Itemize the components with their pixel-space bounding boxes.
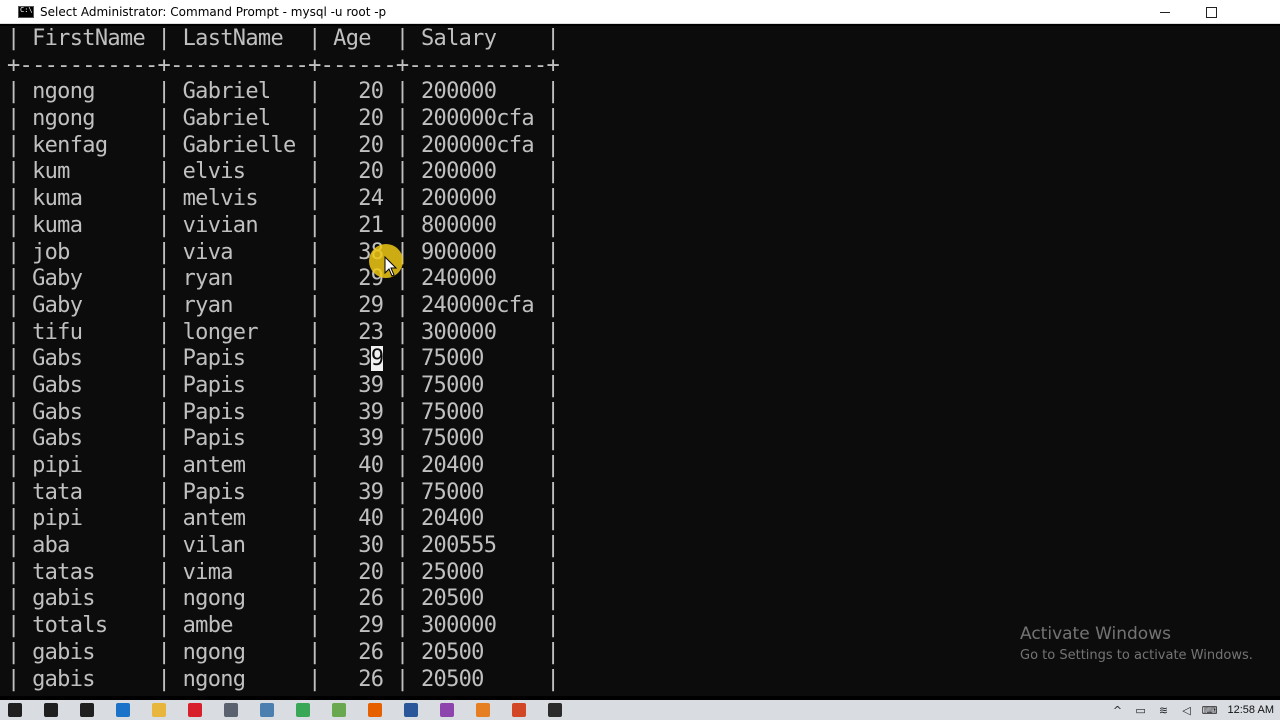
window-title: Select Administrator: Command Prompt - m…: [40, 4, 387, 19]
taskbar-clock[interactable]: 12:58 AM: [1220, 704, 1280, 716]
table-row: | aba | vilan | 30 | 200555 |: [7, 533, 560, 559]
maximize-button[interactable]: [1188, 0, 1234, 24]
cmd-icon[interactable]: [542, 700, 568, 720]
console-output[interactable]: | FirstName | LastName | Age | Salary | +…: [0, 26, 1280, 696]
table-row: | Gaby | ryan | 29 | 240000cfa |: [7, 292, 560, 318]
table-row: | gabis | ngong | 26 | 20500 |: [7, 666, 560, 692]
table-row: | Gaby | ryan | 29 | 240000 |: [7, 266, 560, 292]
table-row: | pipi | antem | 40 | 20400 |: [7, 453, 560, 478]
word-icon[interactable]: [398, 700, 424, 720]
chrome-icon[interactable]: [290, 700, 316, 720]
keyboard-icon[interactable]: ⌨: [1200, 700, 1220, 720]
opera-icon[interactable]: [182, 700, 208, 720]
table-row: | kum | elvis | 20 | 200000 |: [7, 159, 560, 185]
table-row: | gabis | ngong | 26 | 20500 |: [7, 639, 560, 665]
chevron-up-icon[interactable]: ^: [1108, 700, 1128, 720]
window-titlebar[interactable]: Select Administrator: Command Prompt - m…: [0, 0, 1280, 24]
notepad-icon[interactable]: [326, 700, 352, 720]
table-row: | Gabs | Papis | 39 | 75000 |: [7, 346, 560, 372]
cmd-app-icon: [18, 5, 34, 18]
taskbar-apps: [0, 700, 578, 720]
app-window-2-icon[interactable]: [254, 700, 280, 720]
firefox-icon[interactable]: [362, 700, 388, 720]
system-tray: ^ ▭ ≋ ◁ ⌨ 12:58 AM: [1105, 700, 1280, 720]
table-separator-row: +-----------+-----------+------+--------…: [7, 52, 560, 78]
app-window-icon[interactable]: [218, 700, 244, 720]
edge-icon[interactable]: [110, 700, 136, 720]
powerpoint-icon[interactable]: [506, 700, 532, 720]
table-header-row: | FirstName | LastName | Age | Salary |: [7, 26, 560, 51]
table-row: | gabis | ngong | 26 | 20500 |: [7, 586, 560, 612]
table-row: | kuma | melvis | 24 | 200000 |: [7, 186, 560, 212]
table-row: | Gabs | Papis | 39 | 75000 |: [7, 399, 560, 425]
battery-icon[interactable]: ▭: [1131, 700, 1151, 720]
table-row: | tatas | vima | 20 | 25000 |: [7, 559, 560, 585]
table-row: | tifu | longer | 23 | 300000 |: [7, 319, 560, 345]
mysql-result-table: | FirstName | LastName | Age | Salary | +…: [7, 26, 560, 693]
task-view-icon[interactable]: [74, 700, 100, 720]
table-row: | ngong | Gabriel | 20 | 200000cfa |: [7, 106, 560, 132]
table-row: | ngong | Gabriel | 20 | 200000 |: [7, 79, 560, 105]
table-row: | kenfag | Gabrielle | 20 | 200000cfa |: [7, 132, 560, 158]
watermark-title: Activate Windows: [1020, 624, 1171, 644]
table-row: | tata | Papis | 39 | 75000 |: [7, 479, 560, 505]
table-row: | kuma | vivian | 21 | 800000 |: [7, 212, 560, 238]
table-row: | pipi | antem | 40 | 20400 |: [7, 506, 560, 532]
volume-icon[interactable]: ◁: [1177, 700, 1197, 720]
table-row: | Gabs | Papis | 39 | 75000 |: [7, 372, 560, 398]
close-button[interactable]: [1234, 0, 1280, 24]
media-icon[interactable]: [434, 700, 460, 720]
minimize-button[interactable]: [1142, 0, 1188, 24]
table-row: | job | viva | 38 | 900000 |: [7, 239, 560, 265]
watermark-subtitle: Go to Settings to activate Windows.: [1020, 648, 1253, 663]
windows-start-icon[interactable]: [2, 700, 28, 720]
activate-windows-watermark: Activate Windows Go to Settings to activ…: [1020, 624, 1253, 663]
taskbar: ^ ▭ ≋ ◁ ⌨ 12:58 AM: [0, 700, 1280, 720]
window-controls: [1142, 0, 1280, 24]
sublime-icon[interactable]: [470, 700, 496, 720]
network-icon[interactable]: ≋: [1154, 700, 1174, 720]
mouse-pointer-icon: [384, 256, 398, 277]
text-cursor: 9: [370, 346, 384, 372]
search-icon[interactable]: [38, 700, 64, 720]
table-row: | totals | ambe | 29 | 300000 |: [7, 613, 560, 639]
table-row: | Gabs | Papis | 39 | 75000 |: [7, 426, 560, 452]
file-explorer-icon[interactable]: [146, 700, 172, 720]
